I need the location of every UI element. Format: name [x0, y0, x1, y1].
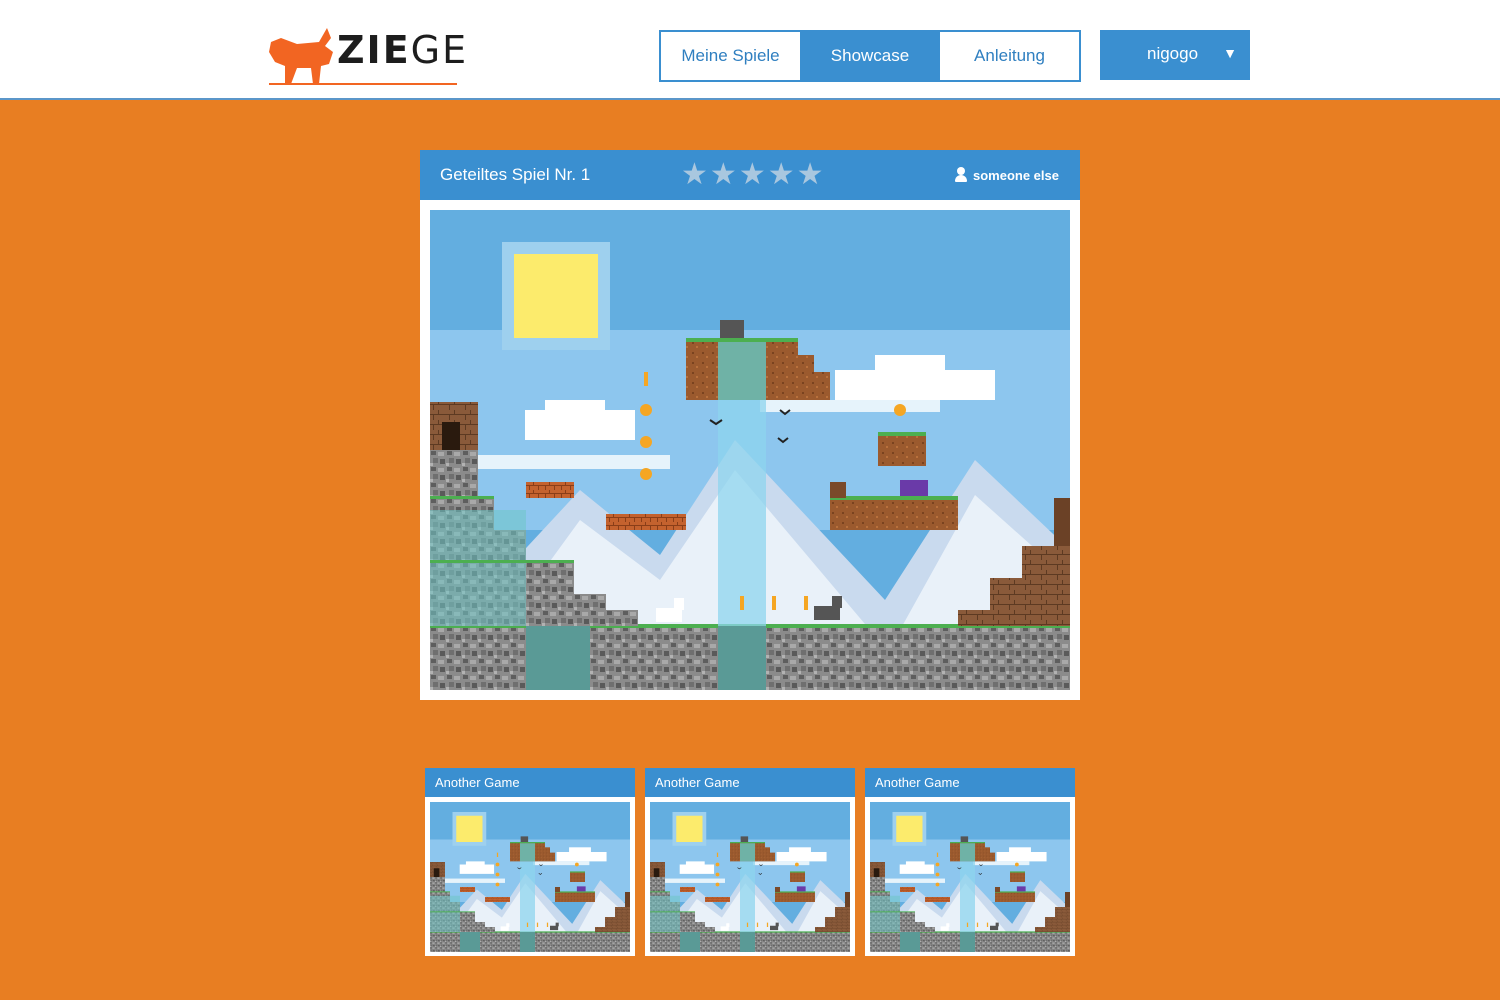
- user-icon: [955, 167, 967, 183]
- featured-game-card: Geteiltes Spiel Nr. 1 ★ ★ ★ ★ ★ someone …: [420, 150, 1080, 700]
- logo-text-bold: ZIE: [337, 28, 411, 72]
- user-menu-button[interactable]: nigogo ▼: [1100, 30, 1250, 80]
- ziege-logo[interactable]: ZIEGE: [267, 22, 466, 88]
- owner-name: someone else: [973, 167, 1059, 183]
- goat-logo-icon: [269, 28, 333, 84]
- thumbnail-preview[interactable]: [870, 802, 1070, 952]
- featured-game-preview[interactable]: [430, 210, 1070, 690]
- tab-anleitung[interactable]: Anleitung: [940, 32, 1079, 80]
- star-icon[interactable]: ★: [739, 160, 766, 190]
- thumbnail-preview[interactable]: [430, 802, 630, 952]
- game-thumbnail-card[interactable]: Another Game: [645, 768, 855, 956]
- game-scene-image: [650, 802, 850, 952]
- thumbnail-title: Another Game: [865, 768, 1075, 797]
- game-thumbnail-card[interactable]: Another Game: [865, 768, 1075, 956]
- main-nav-tabs: Meine Spiele Showcase Anleitung: [659, 30, 1081, 82]
- logo-wordmark: ZIEGE: [337, 28, 468, 72]
- star-rating: ★ ★ ★ ★ ★: [681, 160, 824, 190]
- game-scene-image: [430, 802, 630, 952]
- game-scene-image: [870, 802, 1070, 952]
- star-icon[interactable]: ★: [681, 160, 708, 190]
- thumbnail-title: Another Game: [645, 768, 855, 797]
- logo-underline: [269, 83, 457, 85]
- tab-meine-spiele[interactable]: Meine Spiele: [661, 32, 800, 80]
- featured-game-title: Geteiltes Spiel Nr. 1: [440, 165, 591, 184]
- username-label: nigogo: [1147, 44, 1199, 63]
- star-icon[interactable]: ★: [768, 160, 795, 190]
- tab-showcase[interactable]: Showcase: [800, 32, 940, 80]
- star-icon[interactable]: ★: [797, 160, 824, 190]
- triangle-down-icon: ▼: [1223, 45, 1237, 61]
- thumbnail-preview[interactable]: [650, 802, 850, 952]
- game-scene-image: [430, 210, 1070, 690]
- featured-game-header: Geteiltes Spiel Nr. 1 ★ ★ ★ ★ ★ someone …: [420, 150, 1080, 200]
- game-thumbnail-card[interactable]: Another Game: [425, 768, 635, 956]
- logo-text-light: GE: [410, 28, 469, 72]
- game-owner: someone else: [955, 167, 1059, 183]
- star-icon[interactable]: ★: [710, 160, 737, 190]
- top-navigation-bar: ZIEGE Meine Spiele Showcase Anleitung ni…: [0, 0, 1500, 100]
- thumbnail-title: Another Game: [425, 768, 635, 797]
